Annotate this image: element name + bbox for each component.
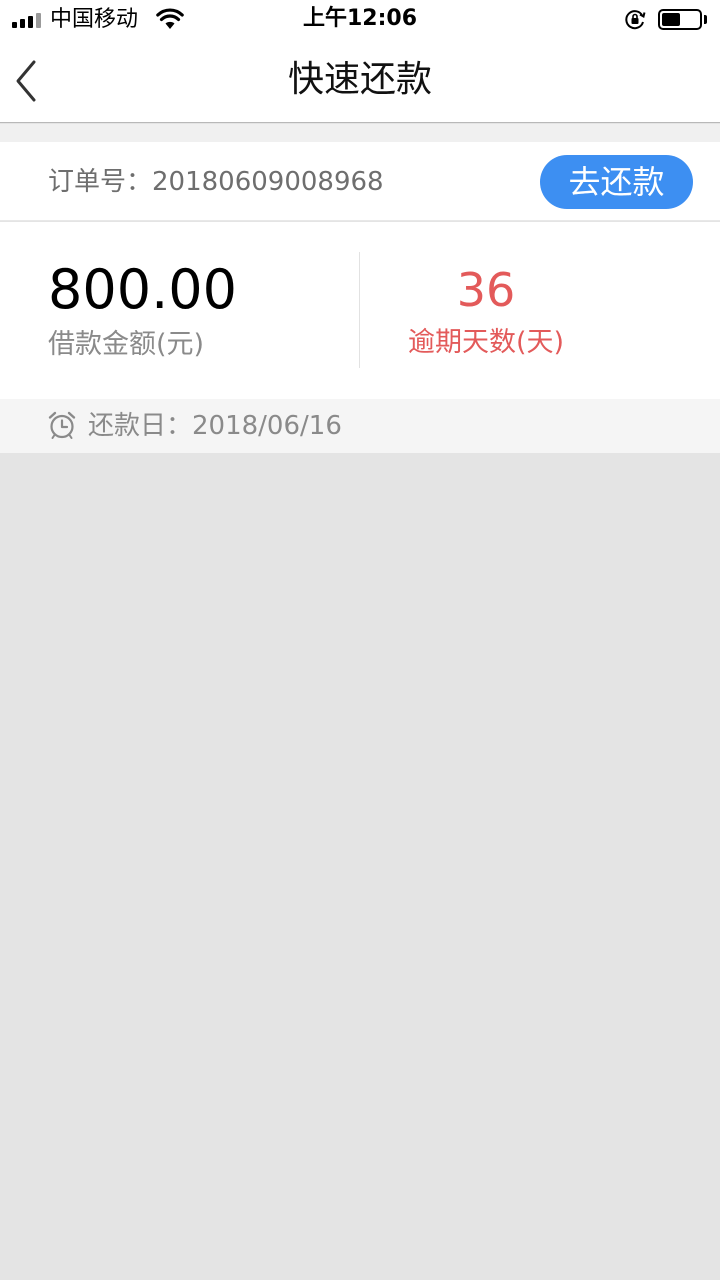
repay-button[interactable]: 去还款 bbox=[540, 155, 693, 209]
alarm-clock-icon bbox=[48, 411, 76, 439]
loan-amount-label: 借款金额(元) bbox=[48, 329, 205, 360]
battery-icon bbox=[658, 9, 702, 30]
due-date-row: 还款日：2018/06/16 bbox=[0, 399, 720, 453]
page-title: 快速还款 bbox=[287, 59, 432, 100]
overdue-days-label: 逾期天数(天) bbox=[407, 327, 565, 358]
order-row: 订单号：20180609008968 去还款 bbox=[0, 142, 720, 221]
order-number: 订单号：20180609008968 bbox=[48, 167, 384, 197]
navigation-bar: 快速还款 bbox=[0, 40, 720, 123]
due-date: 还款日：2018/06/16 bbox=[88, 411, 342, 441]
section-spacer bbox=[0, 124, 720, 142]
status-time: 上午12:06 bbox=[302, 6, 418, 31]
loan-amount: 800.00 bbox=[48, 258, 237, 321]
overdue-days: 36 bbox=[456, 263, 516, 317]
loan-summary: 800.00 借款金额(元) 36 逾期天数(天) bbox=[0, 222, 720, 399]
battery-tip bbox=[704, 15, 707, 24]
status-bar: 中国移动 上午12:06 bbox=[0, 0, 720, 40]
rotation-lock-icon bbox=[625, 10, 646, 30]
content-area bbox=[0, 453, 720, 1280]
